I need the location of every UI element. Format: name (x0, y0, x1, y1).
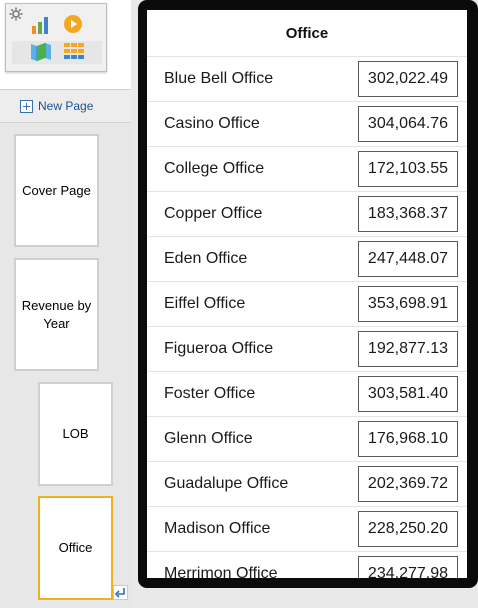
office-list: Office Blue Bell Office 302,022.49 Casin… (147, 10, 467, 578)
list-item[interactable]: Eiffel Office 353,698.91 (147, 282, 467, 327)
office-name: Merrimon Office (164, 565, 278, 578)
office-name: Blue Bell Office (164, 70, 274, 87)
list-item[interactable]: Guadalupe Office 202,369.72 (147, 462, 467, 507)
office-value: 176,968.10 (358, 421, 458, 457)
list-item[interactable]: Casino Office 304,064.76 (147, 102, 467, 147)
office-value: 183,368.37 (358, 196, 458, 232)
bar-chart-icon (32, 17, 48, 34)
plus-icon (20, 99, 33, 113)
return-arrow-icon[interactable] (113, 585, 128, 600)
office-value: 234,277.98 (358, 556, 458, 578)
office-name: Foster Office (164, 385, 256, 402)
list-item[interactable]: Copper Office 183,368.37 (147, 192, 467, 237)
office-value: 304,064.76 (358, 106, 458, 142)
map-icon (31, 43, 51, 61)
page-card-revenue-by-year[interactable]: Revenue by Year (14, 258, 99, 371)
gear-icon[interactable] (8, 6, 24, 22)
list-item[interactable]: Eden Office 247,448.07 (147, 237, 467, 282)
list-header: Office (147, 10, 467, 57)
office-value: 302,022.49 (358, 61, 458, 97)
office-value: 202,369.72 (358, 466, 458, 502)
dashboard-preview-area (0, 0, 131, 90)
office-value: 228,250.20 (358, 511, 458, 547)
page-card-label: Office (58, 540, 93, 555)
list-item[interactable]: Figueroa Office 192,877.13 (147, 327, 467, 372)
list-item[interactable]: College Office 172,103.55 (147, 147, 467, 192)
office-value: 192,877.13 (358, 331, 458, 367)
page-card-office[interactable]: Office (38, 496, 113, 600)
office-name: Figueroa Office (164, 340, 274, 357)
office-name: College Office (164, 160, 265, 177)
table-icon (64, 43, 84, 59)
list-item[interactable]: Glenn Office 176,968.10 (147, 417, 467, 462)
dashboard-thumbnail[interactable] (5, 3, 107, 72)
list-item[interactable]: Madison Office 228,250.20 (147, 507, 467, 552)
office-name: Eiffel Office (164, 295, 246, 312)
page-card-label: Cover Page (22, 182, 91, 198)
office-name: Madison Office (164, 520, 271, 537)
page-card-label: LOB (62, 426, 89, 441)
list-item[interactable]: Foster Office 303,581.40 (147, 372, 467, 417)
page-card-label: Revenue by Year (21, 297, 92, 331)
new-page-button[interactable]: New Page (0, 90, 131, 123)
office-name: Guadalupe Office (164, 475, 289, 492)
office-value: 303,581.40 (358, 376, 458, 412)
play-icon (64, 15, 82, 33)
office-value: 247,448.07 (358, 241, 458, 277)
office-name: Casino Office (164, 115, 260, 132)
new-page-label: New Page (38, 99, 94, 113)
office-value: 172,103.55 (358, 151, 458, 187)
list-item[interactable]: Merrimon Office 234,277.98 (147, 552, 467, 578)
office-name: Glenn Office (164, 430, 253, 447)
page-card-cover-page[interactable]: Cover Page (14, 134, 99, 247)
list-item[interactable]: Blue Bell Office 302,022.49 (147, 57, 467, 102)
pages-sidebar: New Page Cover Page Revenue by Year LOB … (0, 0, 131, 608)
page-card-lob[interactable]: LOB (38, 382, 113, 486)
office-value: 353,698.91 (358, 286, 458, 322)
office-name: Eden Office (164, 250, 248, 267)
office-name: Copper Office (164, 205, 263, 222)
